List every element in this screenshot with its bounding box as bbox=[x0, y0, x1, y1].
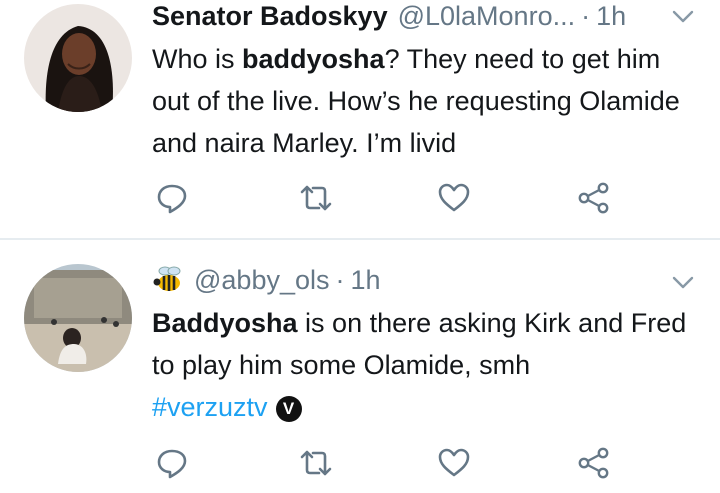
reply-icon bbox=[157, 184, 187, 214]
separator-dot: · bbox=[335, 264, 345, 295]
display-name[interactable]: Senator Badoskyy bbox=[152, 1, 388, 32]
reply-icon bbox=[157, 449, 187, 479]
chevron-down-icon[interactable] bbox=[672, 276, 694, 290]
tweet-header: @abby_ols · 1h bbox=[152, 262, 700, 298]
chevron-down-icon[interactable] bbox=[672, 10, 694, 24]
like-icon bbox=[438, 183, 470, 212]
user-handle[interactable]: @L0laMonro... bbox=[398, 1, 576, 32]
share-icon bbox=[578, 447, 609, 479]
timestamp[interactable]: 1h bbox=[351, 265, 381, 296]
retweet-button[interactable] bbox=[296, 178, 336, 218]
avatar[interactable] bbox=[24, 264, 132, 372]
retweet-button[interactable] bbox=[296, 443, 336, 483]
tweet[interactable]: @abby_ols · 1h Baddyosha is on there ask… bbox=[0, 240, 720, 493]
like-button[interactable] bbox=[434, 178, 474, 218]
avatar[interactable] bbox=[24, 4, 132, 112]
share-button[interactable] bbox=[574, 443, 614, 483]
bee-icon bbox=[152, 265, 186, 295]
share-button[interactable] bbox=[574, 178, 614, 218]
like-button[interactable] bbox=[434, 443, 474, 483]
mention-bold: baddyosha bbox=[242, 44, 385, 74]
tweet-actions bbox=[152, 443, 632, 483]
tweet-text-pre: Who is bbox=[152, 44, 243, 74]
verzuz-badge-icon: V bbox=[275, 396, 302, 422]
reply-button[interactable] bbox=[152, 178, 192, 218]
tweet-header: Senator Badoskyy @L0laMonro... · 1h bbox=[152, 0, 700, 34]
share-icon bbox=[578, 182, 609, 214]
tweet[interactable]: Senator Badoskyy @L0laMonro... · 1h Who … bbox=[0, 0, 720, 238]
retweet-icon bbox=[300, 185, 332, 211]
user-handle[interactable]: @abby_ols bbox=[194, 265, 330, 296]
hashtag-link[interactable]: #verzuztv bbox=[152, 392, 268, 422]
tweet-actions bbox=[152, 178, 632, 218]
retweet-icon bbox=[300, 450, 332, 476]
tweet-text: Who is baddyosha? They need to get him o… bbox=[152, 38, 702, 164]
reply-button[interactable] bbox=[152, 443, 192, 483]
timestamp[interactable]: 1h bbox=[596, 1, 626, 32]
mention-bold: Baddyosha bbox=[152, 308, 298, 338]
tweet-text: Baddyosha is on there asking Kirk and Fr… bbox=[152, 302, 702, 428]
separator-dot: · bbox=[581, 0, 591, 31]
like-icon bbox=[438, 448, 470, 477]
